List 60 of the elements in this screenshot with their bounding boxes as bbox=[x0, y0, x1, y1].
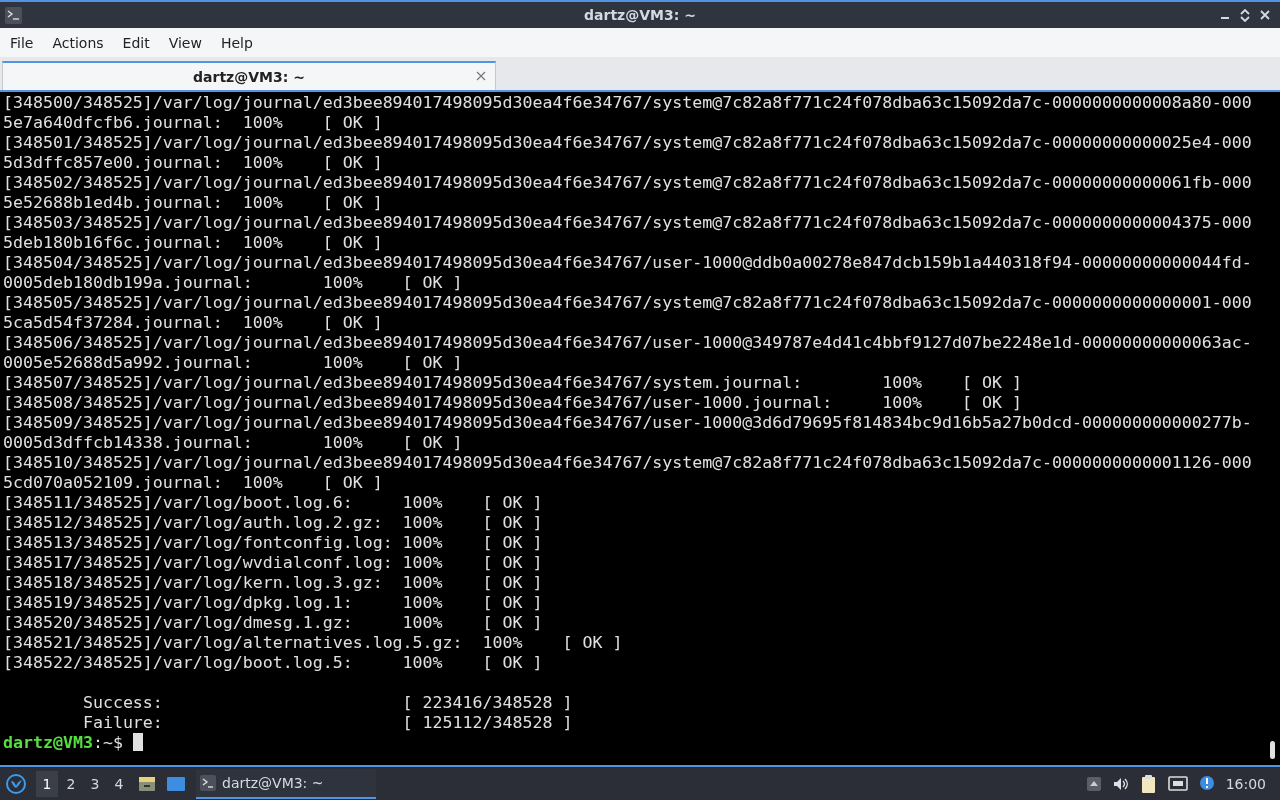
workspace-button[interactable]: 4 bbox=[108, 770, 130, 797]
window-title: dartz@VM3: ~ bbox=[584, 7, 696, 23]
start-menu-icon[interactable] bbox=[6, 773, 26, 794]
terminal-line: [348501/348525]/var/log/journal/ed3bee894017498095d30ea4f6e34767/system@7c82a8f771c24f078dba63c15092da7c-00000000000025e4-000 bbox=[3, 133, 1253, 153]
restore-icon[interactable] bbox=[1238, 8, 1252, 22]
workspace-button[interactable]: 2 bbox=[60, 770, 82, 797]
terminal-line: [348521/348525]/var/log/alternatives.log.5.gz: 100% [ OK ] bbox=[3, 633, 624, 653]
close-icon[interactable] bbox=[475, 70, 487, 82]
terminal-icon[interactable] bbox=[5, 6, 22, 24]
taskbar-task[interactable]: dartz@VM3: ~ bbox=[196, 768, 376, 799]
network-icon[interactable] bbox=[1167, 774, 1188, 793]
terminal-line: [348519/348525]/var/log/dpkg.log.1: 100% [ OK ] bbox=[3, 593, 544, 613]
terminal-line: [348504/348525]/var/log/journal/ed3bee894017498095d30ea4f6e34767/user-1000@ddb0a00278e847dcb159b1a440318f94-00000000000044fd- bbox=[3, 253, 1253, 273]
terminal-line: 0005deb180db199a.journal: 100% [ OK ] bbox=[3, 273, 464, 293]
menu-item[interactable]: File bbox=[2, 30, 42, 55]
terminal-line: [348512/348525]/var/log/auth.log.2.gz: 100% [ OK ] bbox=[3, 513, 544, 533]
terminal-line: 5cd070a052109.journal: 100% [ OK ] bbox=[3, 473, 384, 493]
terminal-line: 5e52688b1ed4b.journal: 100% [ OK ] bbox=[3, 193, 384, 213]
terminal-line: [348506/348525]/var/log/journal/ed3bee894017498095d30ea4f6e34767/user-1000@349787e4d41c4bbf9127d07be2248e1d-00000000000063ac- bbox=[3, 333, 1253, 353]
terminal-line: [348513/348525]/var/log/fontconfig.log: 100% [ OK ] bbox=[3, 533, 544, 553]
terminal-line: 5ca5d54f37284.journal: 100% [ OK ] bbox=[3, 313, 384, 333]
terminal-line: 5deb180b16f6c.journal: 100% [ OK ] bbox=[3, 233, 384, 253]
clock: 16:00 bbox=[1225, 775, 1266, 792]
menu-item[interactable]: Actions bbox=[44, 30, 112, 55]
terminal-line: [348517/348525]/var/log/wvdialconf.log: 100% [ OK ] bbox=[3, 553, 544, 573]
terminal-line: [348509/348525]/var/log/journal/ed3bee894017498095d30ea4f6e34767/user-1000@3d6d79695f814834bc9d16b5a27b0dcd-000000000000277b- bbox=[3, 413, 1253, 433]
cursor bbox=[132, 733, 143, 751]
terminal-line: [348518/348525]/var/log/kern.log.3.gz: 100% [ OK ] bbox=[3, 573, 544, 593]
terminal-line: [348520/348525]/var/log/dmesg.1.gz: 100% [ OK ] bbox=[3, 613, 544, 633]
menu-item[interactable]: View bbox=[160, 30, 210, 55]
summary-line: Failure: [ 125112/348528 ] bbox=[81, 713, 574, 733]
terminal-tab[interactable]: dartz@VM3: ~ bbox=[2, 61, 496, 90]
terminal-line: 0005e52688d5a992.journal: 100% [ OK ] bbox=[3, 353, 464, 373]
terminal-line: 5e7a640dfcfb6.journal: 100% [ OK ] bbox=[3, 113, 384, 133]
terminal-line: [348502/348525]/var/log/journal/ed3bee894017498095d30ea4f6e34767/system@7c82a8f771c24f078dba63c15092da7c-00000000000061fb-000 bbox=[3, 173, 1253, 193]
terminal-line: [348503/348525]/var/log/journal/ed3bee894017498095d30ea4f6e34767/system@7c82a8f771c24f078dba63c15092da7c-0000000000004375-000 bbox=[3, 213, 1253, 233]
terminal-icon bbox=[200, 774, 216, 791]
terminal-line: [348505/348525]/var/log/journal/ed3bee894017498095d30ea4f6e34767/system@7c82a8f771c24f078dba63c15092da7c-0000000000000001-000 bbox=[3, 293, 1253, 313]
close-icon[interactable] bbox=[1258, 8, 1272, 22]
terminal-line: [348510/348525]/var/log/journal/ed3bee894017498095d30ea4f6e34767/system@7c82a8f771c24f078dba63c15092da7c-0000000000001126-000 bbox=[3, 453, 1253, 473]
workspace-button[interactable]: 1 bbox=[36, 770, 58, 797]
notification-icon[interactable] bbox=[1197, 774, 1216, 793]
workspace-button[interactable]: 3 bbox=[84, 770, 106, 797]
file-manager-icon[interactable] bbox=[138, 774, 156, 793]
terminal-line: [348508/348525]/var/log/journal/ed3bee894017498095d30ea4f6e34767/user-1000.journal: 100% [ OK ] bbox=[3, 393, 1023, 413]
menu-item[interactable]: Help bbox=[212, 30, 261, 55]
terminal-line: [348511/348525]/var/log/boot.log.6: 100% [ OK ] bbox=[3, 493, 544, 513]
desktop-icon[interactable] bbox=[166, 774, 186, 793]
scrollbar-thumb[interactable] bbox=[1270, 741, 1275, 759]
prompt-path: :~$ bbox=[92, 733, 123, 752]
menu-item[interactable]: Edit bbox=[114, 30, 158, 55]
terminal-line: [348522/348525]/var/log/boot.log.5: 100% [ OK ] bbox=[3, 653, 544, 673]
clipboard-icon[interactable] bbox=[1139, 773, 1158, 794]
summary-line: Success: [ 223416/348528 ] bbox=[81, 693, 574, 713]
terminal-line: [348507/348525]/var/log/journal/ed3bee894017498095d30ea4f6e34767/system.journal: 100% [ OK ] bbox=[3, 373, 1023, 393]
prompt-user: dartz@VM3 bbox=[3, 733, 93, 752]
terminal-line: 5d3dffc857e00.journal: 100% [ OK ] bbox=[3, 153, 384, 173]
tray-expand-icon[interactable] bbox=[1085, 775, 1102, 792]
terminal-line: 0005d3dffcb14338.journal: 100% [ OK ] bbox=[3, 433, 464, 453]
terminal-line: [348500/348525]/var/log/journal/ed3bee894017498095d30ea4f6e34767/system@7c82a8f771c24f078dba63c15092da7c-0000000000008a80-000 bbox=[3, 93, 1253, 113]
